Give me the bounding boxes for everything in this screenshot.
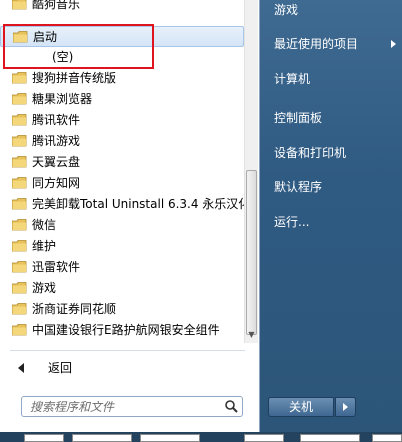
folder-icon bbox=[12, 303, 27, 315]
right-item-label: 运行... bbox=[274, 215, 310, 229]
taskbar-item[interactable] bbox=[244, 434, 284, 442]
right-item-label: 最近使用的项目 bbox=[274, 37, 359, 51]
annotation-highlight-box bbox=[3, 24, 154, 69]
program-label: 搜狗拼音传统版 bbox=[32, 71, 117, 85]
folder-icon bbox=[12, 177, 27, 189]
right-item-label: 计算机 bbox=[274, 72, 311, 86]
program-label: 腾讯软件 bbox=[32, 113, 81, 127]
right-item-games[interactable]: 游戏 bbox=[274, 0, 298, 20]
scrollbar-thumb[interactable] bbox=[246, 170, 257, 335]
program-label: 完美卸载Total Uninstall 6.3.4 永乐汉化 bbox=[32, 197, 244, 211]
program-item-tencent-software[interactable]: 腾讯软件 bbox=[0, 110, 244, 131]
folder-icon bbox=[12, 0, 27, 10]
program-item-xunlei[interactable]: 迅雷软件 bbox=[0, 257, 244, 278]
back-arrow-icon bbox=[18, 363, 24, 373]
folder-icon bbox=[12, 324, 27, 336]
chevron-right-icon bbox=[343, 403, 348, 411]
back-label: 返回 bbox=[48, 361, 73, 375]
folder-icon bbox=[12, 240, 27, 252]
program-item-total-uninstall[interactable]: 完美卸载Total Uninstall 6.3.4 永乐汉化 bbox=[0, 194, 244, 215]
program-item-kugou[interactable]: 酷狗音乐 bbox=[0, 0, 244, 15]
program-label: 中国建设银行E路护航网银安全组件 bbox=[32, 323, 220, 337]
folder-icon bbox=[12, 93, 27, 105]
program-label: 微信 bbox=[32, 218, 57, 232]
folder-icon bbox=[12, 135, 27, 147]
right-item-devices-printers[interactable]: 设备和打印机 bbox=[274, 143, 346, 163]
program-item-sogou[interactable]: 搜狗拼音传统版 bbox=[0, 68, 244, 89]
taskbar-item[interactable] bbox=[300, 434, 360, 442]
search-icon[interactable] bbox=[224, 399, 239, 414]
right-item-label: 游戏 bbox=[274, 3, 299, 17]
right-item-computer[interactable]: 计算机 bbox=[274, 69, 310, 89]
submenu-arrow-icon bbox=[391, 40, 396, 48]
program-label: 腾讯游戏 bbox=[32, 134, 81, 148]
folder-icon bbox=[12, 114, 27, 126]
divider bbox=[10, 350, 245, 351]
program-label: 迅雷软件 bbox=[32, 260, 81, 274]
program-item-games[interactable]: 游戏 bbox=[0, 278, 244, 299]
back-button[interactable]: 返回 bbox=[12, 357, 244, 379]
search-input[interactable] bbox=[22, 397, 226, 416]
program-label: 糖果浏览器 bbox=[32, 92, 93, 106]
program-item-cnki[interactable]: 同方知网 bbox=[0, 173, 244, 194]
program-list-scrollbar[interactable]: ▼ bbox=[244, 0, 258, 343]
program-item-ccb[interactable]: 中国建设银行E路护航网银安全组件 bbox=[0, 320, 244, 341]
folder-icon bbox=[12, 156, 27, 168]
shutdown-options-button[interactable] bbox=[335, 397, 356, 417]
taskbar-item[interactable] bbox=[140, 434, 200, 442]
shutdown-label: 关机 bbox=[288, 400, 313, 414]
taskbar-item[interactable] bbox=[372, 434, 402, 442]
taskbar-item[interactable] bbox=[72, 434, 132, 442]
program-label: 同方知网 bbox=[32, 176, 81, 190]
right-item-control-panel[interactable]: 控制面板 bbox=[274, 108, 322, 128]
program-label: 游戏 bbox=[32, 281, 57, 295]
program-item-wechat[interactable]: 微信 bbox=[0, 215, 244, 236]
search-box[interactable] bbox=[21, 396, 243, 417]
taskbar-strip bbox=[0, 432, 402, 442]
right-item-default-programs[interactable]: 默认程序 bbox=[274, 177, 322, 197]
program-item-tangguo[interactable]: 糖果浏览器 bbox=[0, 89, 244, 110]
right-item-label: 控制面板 bbox=[274, 111, 323, 125]
program-item-tianyi[interactable]: 天翼云盘 bbox=[0, 152, 244, 173]
right-item-label: 设备和打印机 bbox=[274, 146, 347, 160]
program-label: 浙商证券同花顺 bbox=[32, 302, 117, 316]
program-item-zheshang[interactable]: 浙商证券同花顺 bbox=[0, 299, 244, 320]
program-item-maintenance[interactable]: 维护 bbox=[0, 236, 244, 257]
folder-icon bbox=[12, 219, 27, 231]
program-item-tencent-games[interactable]: 腾讯游戏 bbox=[0, 131, 244, 152]
program-label: 酷狗音乐 bbox=[32, 0, 81, 11]
right-item-recent[interactable]: 最近使用的项目 bbox=[274, 34, 402, 54]
taskbar-item[interactable] bbox=[24, 434, 64, 442]
folder-icon bbox=[12, 282, 27, 294]
folder-icon bbox=[12, 72, 27, 84]
right-item-run[interactable]: 运行... bbox=[274, 212, 309, 232]
right-panel: 游戏 最近使用的项目 计算机 控制面板 设备和打印机 默认程序 运行... bbox=[260, 0, 402, 442]
scroll-down-arrow-icon[interactable]: ▼ bbox=[245, 328, 258, 342]
program-label: 天翼云盘 bbox=[32, 155, 81, 169]
program-label: 维护 bbox=[32, 239, 57, 253]
folder-icon bbox=[12, 261, 27, 273]
folder-icon bbox=[12, 198, 27, 210]
shutdown-button[interactable]: 关机 bbox=[268, 397, 334, 417]
right-item-label: 默认程序 bbox=[274, 180, 323, 194]
start-menu: 酷狗音乐 启动 (空) 搜狗拼音传统版 糖果浏览器 腾讯软件 腾讯游戏 天翼云盘… bbox=[0, 0, 402, 442]
